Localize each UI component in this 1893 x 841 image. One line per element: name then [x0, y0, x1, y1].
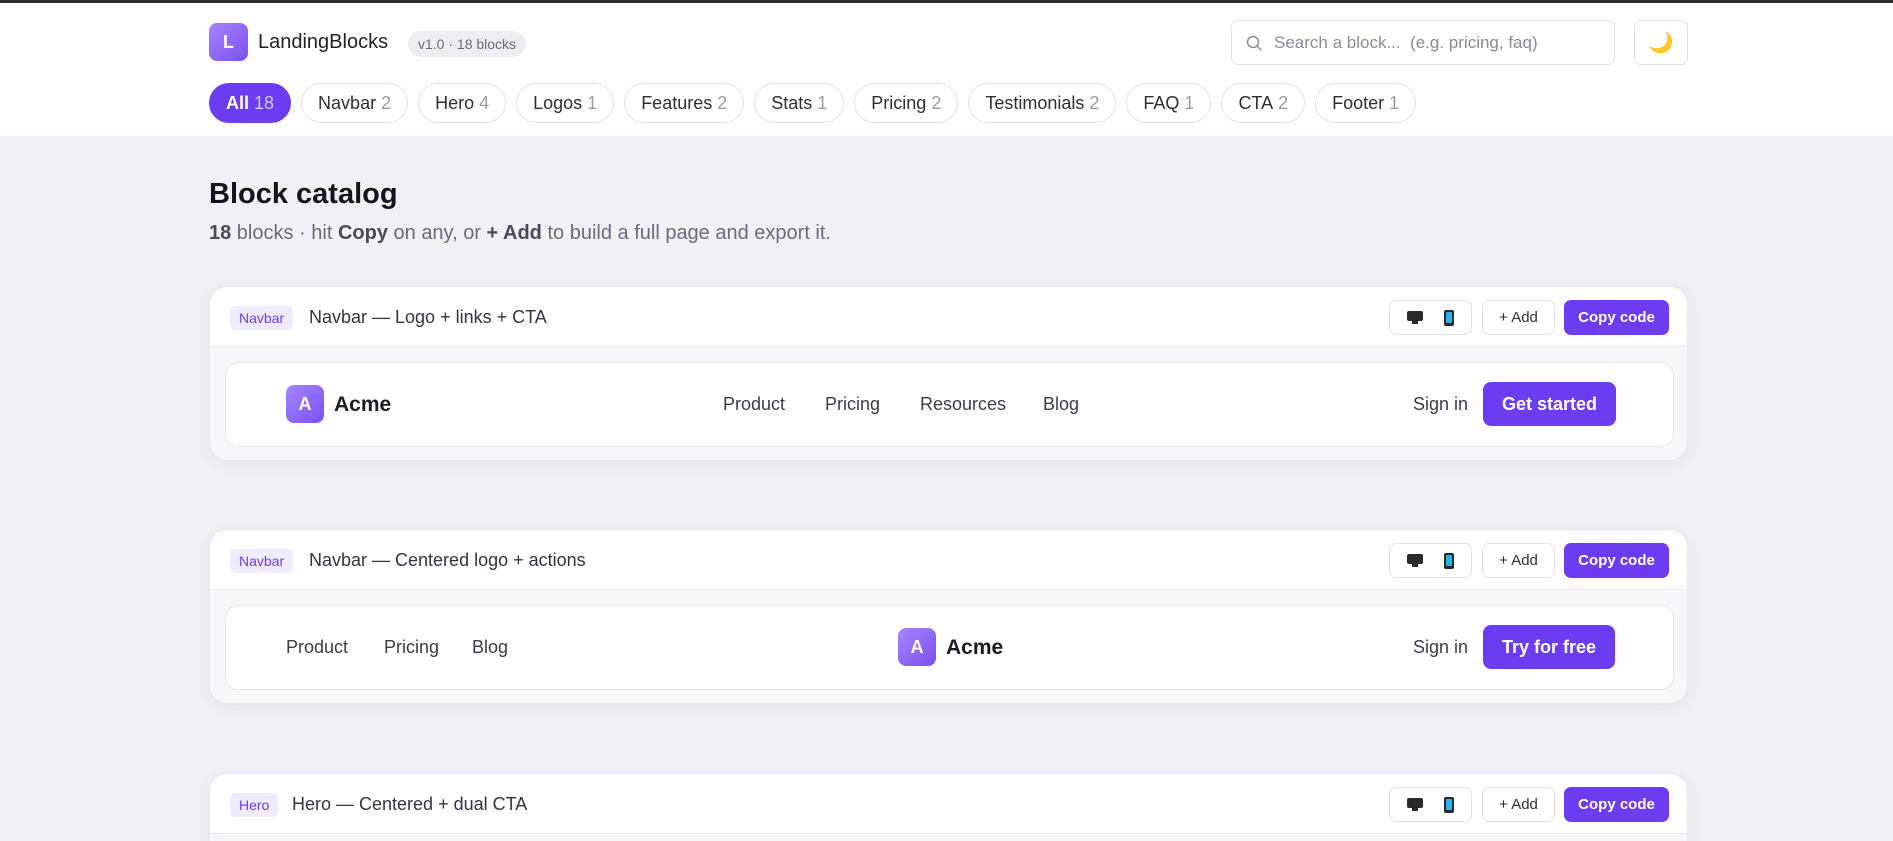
filter-count: 2 [931, 92, 942, 113]
filter-count: 18 [254, 92, 275, 113]
block-preview: A Acme Product Pricing Resources Blog Si… [225, 362, 1674, 447]
filter-label: Navbar [318, 92, 377, 113]
preview-nav-link[interactable]: Resources [920, 394, 1006, 415]
filter-label: Testimonials [985, 92, 1085, 113]
app-logo[interactable]: L [209, 23, 248, 61]
filter-label: All [226, 92, 250, 113]
filter-count: 1 [1389, 92, 1400, 113]
app-header: L LandingBlocks v1.0 · 18 blocks 🌙 All18… [0, 3, 1893, 136]
moon-icon: 🌙 [1648, 32, 1674, 54]
subtitle-text: on any, or [387, 222, 487, 244]
preview-signin-link[interactable]: Sign in [1413, 637, 1468, 658]
block-category-tag: Hero [230, 793, 279, 817]
preview-nav-link[interactable]: Blog [472, 637, 508, 658]
search-input[interactable] [1274, 32, 1574, 53]
mobile-icon[interactable] [1444, 552, 1455, 569]
preview-nav-link[interactable]: Product [286, 637, 348, 658]
block-card: Navbar Navbar — Centered logo + actions … [209, 529, 1688, 704]
filter-count: 1 [587, 92, 598, 113]
filter-label: Logos [533, 92, 583, 113]
filter-chip-features[interactable]: Features 2 [624, 83, 745, 123]
preview-cta-button[interactable]: Try for free [1483, 625, 1616, 669]
filter-chip-footer[interactable]: Footer 1 [1315, 83, 1417, 123]
version-badge: v1.0 · 18 blocks [408, 31, 527, 57]
category-filters: All 18 Navbar 2 Hero 4 Logos 1 Features 2 Sta… [209, 83, 1417, 123]
desktop-icon[interactable] [1406, 554, 1423, 567]
preview-nav-link[interactable]: Pricing [825, 394, 880, 415]
block-card-header: Hero Hero — Centered + dual CTA + Add Co… [210, 774, 1687, 834]
filter-label: CTA [1238, 92, 1274, 113]
filter-chip-navbar[interactable]: Navbar 2 [301, 83, 409, 123]
mobile-icon[interactable] [1444, 796, 1455, 813]
filter-label: Stats [771, 92, 813, 113]
block-title: Navbar — Logo + links + CTA [309, 307, 547, 327]
device-toggle [1389, 787, 1472, 822]
filter-label: FAQ [1143, 92, 1180, 113]
page-subtitle: 18 blocks · hit Copy on any, or + Add to… [209, 222, 831, 245]
search-icon [1246, 35, 1262, 51]
block-title: Navbar — Centered logo + actions [309, 550, 586, 570]
copy-code-button[interactable]: Copy code [1564, 543, 1669, 578]
subtitle-text: blocks · hit [231, 222, 338, 244]
page-title: Block catalog [209, 178, 398, 210]
block-preview: Product Pricing Blog A Acme Sign in Try … [225, 605, 1674, 690]
preview-logo[interactable]: A [286, 385, 324, 423]
add-block-button[interactable]: + Add [1482, 787, 1555, 822]
subtitle-add-keyword: + Add [486, 222, 542, 244]
filter-label: Pricing [871, 92, 927, 113]
add-block-button[interactable]: + Add [1482, 543, 1555, 578]
filter-chip-cta[interactable]: CTA 2 [1221, 83, 1306, 123]
preview-brand[interactable]: Acme [334, 393, 391, 417]
block-category-tag: Navbar [230, 549, 294, 573]
filter-label: Hero [435, 92, 475, 113]
filter-chip-hero[interactable]: Hero 4 [418, 83, 507, 123]
filter-label: Features [641, 92, 713, 113]
desktop-icon[interactable] [1406, 798, 1423, 811]
device-toggle [1389, 543, 1472, 578]
subtitle-copy-keyword: Copy [337, 222, 388, 244]
preview-logo[interactable]: A [898, 628, 936, 666]
filter-chip-testimonials[interactable]: Testimonials 2 [968, 83, 1117, 123]
block-card: Navbar Navbar — Logo + links + CTA + Add… [209, 286, 1688, 461]
block-card-header: Navbar Navbar — Centered logo + actions … [210, 530, 1687, 590]
preview-nav-link[interactable]: Blog [1043, 394, 1079, 415]
block-card-header: Navbar Navbar — Logo + links + CTA + Add… [210, 287, 1687, 347]
device-toggle [1389, 300, 1472, 335]
filter-count: 1 [1184, 92, 1195, 113]
preview-nav-link[interactable]: Pricing [384, 637, 439, 658]
copy-code-button[interactable]: Copy code [1564, 787, 1669, 822]
filter-chip-faq[interactable]: FAQ 1 [1126, 83, 1212, 123]
subtitle-text: to build a full page and export it. [541, 222, 831, 244]
filter-count: 2 [381, 92, 392, 113]
preview-nav-link[interactable]: Product [723, 394, 785, 415]
filter-count: 1 [817, 92, 828, 113]
desktop-icon[interactable] [1406, 311, 1423, 324]
filter-chip-pricing[interactable]: Pricing 2 [854, 83, 959, 123]
filter-chip-logos[interactable]: Logos 1 [516, 83, 615, 123]
theme-toggle-button[interactable]: 🌙 [1634, 20, 1688, 65]
preview-signin-link[interactable]: Sign in [1413, 394, 1468, 415]
filter-count: 2 [1278, 92, 1289, 113]
preview-brand[interactable]: Acme [946, 636, 1003, 660]
filter-chip-stats[interactable]: Stats 1 [754, 83, 845, 123]
mobile-icon[interactable] [1444, 309, 1455, 326]
filter-chip-all[interactable]: All 18 [209, 83, 292, 123]
preview-cta-button[interactable]: Get started [1483, 382, 1617, 426]
filter-count: 2 [717, 92, 728, 113]
app-brand[interactable]: LandingBlocks [258, 31, 388, 54]
filter-count: 2 [1089, 92, 1100, 113]
copy-code-button[interactable]: Copy code [1564, 300, 1669, 335]
filter-label: Footer [1332, 92, 1385, 113]
block-title: Hero — Centered + dual CTA [292, 794, 528, 814]
filter-count: 4 [479, 92, 490, 113]
search-box[interactable] [1231, 20, 1615, 65]
block-category-tag: Navbar [230, 306, 294, 330]
block-card: Hero Hero — Centered + dual CTA + Add Co… [209, 773, 1688, 841]
add-block-button[interactable]: + Add [1482, 300, 1555, 335]
block-count: 18 [209, 222, 232, 244]
